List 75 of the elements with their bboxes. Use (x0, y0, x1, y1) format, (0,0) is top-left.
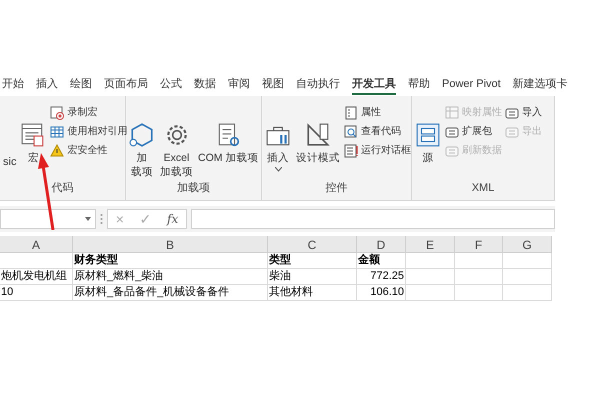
ribbon-tab[interactable]: 绘图 (70, 76, 92, 95)
ribbon-button[interactable]: 导入 (505, 105, 542, 120)
group-label: XML (472, 180, 494, 196)
ribbon-button[interactable]: 属性 (344, 105, 411, 120)
table-cell: 财务类型 (73, 253, 268, 269)
ribbon-button[interactable]: 录制宏 (50, 105, 128, 120)
ribbon-tab[interactable]: 公式 (160, 76, 182, 95)
ribbon-tab[interactable]: 审阅 (228, 76, 250, 95)
ribbon-button[interactable]: 设计模式 (295, 102, 341, 165)
table-cell: 原材料_燃料_柴油 (73, 269, 268, 285)
form-icon (344, 144, 358, 158)
search-icon (344, 124, 358, 138)
ribbon-tab[interactable]: Power Pivot (442, 76, 501, 95)
ribbon-button[interactable]: 使用相对引用 (50, 124, 128, 139)
warning-icon (50, 144, 64, 158)
ribbon-button[interactable]: 扩展包 (445, 124, 502, 139)
list-icon (344, 106, 358, 120)
ribbon-tab[interactable]: 新建选项卡 (512, 76, 568, 95)
empty-cell (503, 269, 552, 285)
table-cell: 类型 (268, 253, 357, 269)
ribbon-button[interactable]: Excel 加载项 (159, 102, 194, 179)
table-cell: 106.10 (357, 285, 406, 301)
function-button[interactable]: fx (167, 210, 178, 228)
ribbon-tab[interactable]: 开始 (2, 76, 24, 95)
table-cell: 柴油 (268, 269, 357, 285)
empty-cell (455, 269, 503, 285)
table-cell: 炮机发电机组 (0, 269, 73, 285)
ribbon-button[interactable]: 宏安全性 (50, 143, 128, 158)
panel-icon (415, 122, 441, 148)
table-cell: 原材料_备品备件_机械设备备件 (73, 285, 268, 301)
column-header[interactable]: D (357, 236, 406, 252)
package-icon (445, 124, 459, 138)
ribbon-button[interactable]: 查看代码 (344, 124, 411, 139)
group-label: 加载项 (177, 180, 210, 196)
table-icon (50, 124, 64, 138)
grip-icon (100, 213, 103, 225)
ribbon-tab[interactable]: 视图 (262, 76, 284, 95)
group-label: 控件 (326, 180, 348, 196)
empty-cell (455, 285, 503, 301)
ribbon-tab[interactable]: 自动执行 (296, 76, 340, 95)
column-header[interactable]: G (503, 236, 552, 252)
package-icon (445, 144, 459, 158)
column-header[interactable]: A (0, 236, 73, 252)
ribbon-tab[interactable]: 页面布局 (104, 76, 148, 95)
column-header[interactable]: E (406, 236, 455, 252)
macro-sheet-icon (20, 122, 46, 148)
column-header[interactable]: B (73, 236, 268, 252)
button-label[interactable]: sic (3, 154, 16, 170)
record-icon (50, 106, 64, 120)
empty-cell (406, 285, 455, 301)
name-box[interactable] (0, 209, 96, 229)
package-icon (505, 106, 519, 120)
ribbon-tab[interactable]: 插入 (36, 76, 58, 95)
grid-icon (445, 106, 459, 120)
package-icon (505, 124, 519, 138)
dropdown-caret-icon (85, 217, 91, 221)
ribbon-button[interactable]: 运行对话框 (344, 143, 411, 158)
hexagon-icon (129, 122, 155, 148)
table-cell: 其他材料 (268, 285, 357, 301)
column-header[interactable]: C (268, 236, 357, 252)
ribbon-button[interactable]: 插入 (264, 102, 292, 172)
empty-cell (406, 269, 455, 285)
table-cell: 10 (0, 285, 73, 301)
empty-cell (503, 285, 552, 301)
ribbon-button[interactable]: 加 载项 (128, 102, 156, 179)
column-header[interactable]: F (455, 236, 503, 252)
ribbon-tab[interactable]: 帮助 (408, 76, 430, 95)
formula-input[interactable] (191, 209, 555, 229)
ribbon-tab[interactable]: 数据 (194, 76, 216, 95)
dropdown-caret-icon (274, 167, 282, 172)
group-label: 代码 (52, 180, 74, 196)
table-cell: 772.25 (357, 269, 406, 285)
ribbon-button[interactable]: COM 加载项 (197, 102, 260, 165)
table-cell: 金额 (357, 253, 406, 269)
ribbon-button[interactable]: 源 (414, 102, 442, 165)
